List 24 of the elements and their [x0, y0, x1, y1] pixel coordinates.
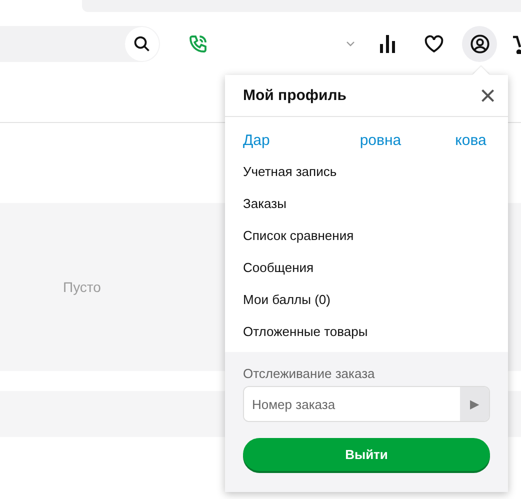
- menu-item[interactable]: Заказы: [243, 187, 490, 219]
- order-number-field[interactable]: Номер заказа ▶: [243, 386, 490, 422]
- search-field[interactable]: [0, 26, 160, 62]
- menu-item[interactable]: Учетная запись: [243, 155, 490, 187]
- user-name-link[interactable]: кова: [455, 132, 486, 148]
- heart-icon[interactable]: [424, 35, 444, 53]
- chevron-down-icon[interactable]: [346, 41, 355, 47]
- close-button[interactable]: ×: [480, 82, 496, 110]
- user-name-link[interactable]: Дар: [243, 132, 270, 148]
- profile-button[interactable]: [462, 26, 497, 62]
- search-icon: [133, 35, 151, 53]
- search-button[interactable]: [125, 27, 159, 61]
- phone-icon[interactable]: [188, 34, 208, 54]
- tracking-label: Отслеживание заказа: [243, 366, 376, 381]
- menu-item[interactable]: Отложенные товары: [243, 315, 490, 347]
- submit-button[interactable]: ▶: [460, 387, 489, 421]
- menu-title: Мой профиль: [243, 87, 347, 104]
- menu-item[interactable]: Мои баллы (0): [243, 283, 490, 315]
- bar-chart-icon[interactable]: [380, 35, 396, 53]
- user-name-link[interactable]: ровна: [360, 132, 402, 148]
- menu-item[interactable]: Список сравнения: [243, 219, 490, 251]
- menu-item[interactable]: Сообщения: [243, 251, 490, 283]
- user-icon: [470, 34, 490, 54]
- empty-text: Пусто: [63, 279, 101, 295]
